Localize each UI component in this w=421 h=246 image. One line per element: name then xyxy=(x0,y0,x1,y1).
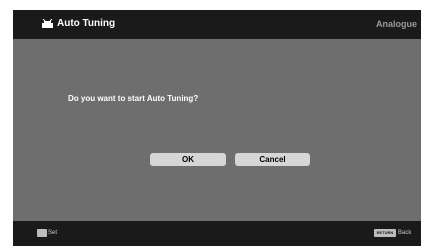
return-key-icon: RETURN xyxy=(374,229,396,237)
header-bar: Auto Tuning Analogue xyxy=(13,10,421,39)
set-hint-label: Set xyxy=(48,230,58,236)
cancel-button[interactable]: Cancel xyxy=(235,153,310,166)
tv-screen: Auto Tuning Analogue Do you want to star… xyxy=(13,10,421,246)
ok-button[interactable]: OK xyxy=(150,153,226,166)
back-hint-label: Back xyxy=(398,230,412,236)
tv-antenna-icon xyxy=(42,19,53,28)
footer-bar: Set RETURN Back xyxy=(13,221,421,246)
dialog-prompt: Do you want to start Auto Tuning? xyxy=(68,94,199,103)
set-key-icon xyxy=(37,229,47,237)
mode-label: Analogue xyxy=(375,19,417,29)
page-title: Auto Tuning xyxy=(57,18,116,29)
